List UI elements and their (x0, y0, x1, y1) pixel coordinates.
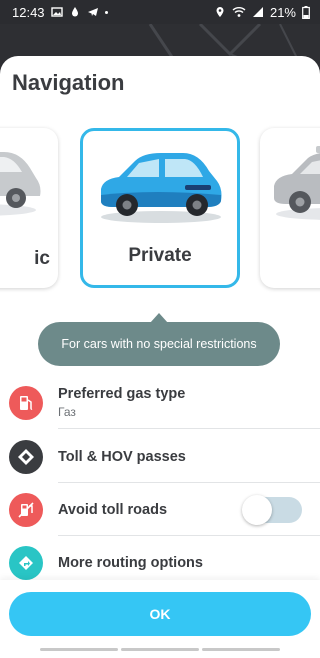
gesture-right[interactable] (202, 648, 280, 651)
page-title: Navigation (12, 70, 125, 95)
no-toll-icon (9, 492, 43, 527)
image-icon (50, 7, 63, 17)
diamond-icon (9, 439, 43, 474)
option-avoid-toll-roads[interactable]: Avoid toll roads (0, 483, 320, 536)
option-text: Toll & HOV passes (58, 449, 186, 465)
status-time: 12:43 (12, 4, 45, 20)
vehicle-card-left[interactable]: ic (0, 128, 58, 288)
gesture-bar (0, 648, 320, 654)
status-bar: 12:43 21% (0, 0, 320, 24)
option-label: More routing options (58, 554, 203, 571)
tooltip-text: For cars with no special restrictions (61, 337, 257, 351)
car-icon (101, 153, 222, 223)
telegram-icon (87, 8, 98, 16)
gesture-home[interactable] (121, 648, 199, 651)
gesture-left[interactable] (40, 648, 118, 651)
option-text: Preferred gas type Газ (58, 386, 185, 419)
divider (58, 428, 320, 429)
taxi-icon (274, 146, 320, 220)
status-right: 21% (214, 5, 310, 20)
vehicle-label-private: Private (128, 245, 192, 266)
vehicle-tooltip: For cars with no special restrictions (38, 322, 280, 366)
vehicle-card-private[interactable]: Private (80, 128, 240, 288)
location-icon (216, 7, 224, 17)
avoid-toll-toggle[interactable] (242, 494, 302, 525)
battery-icon (302, 5, 310, 19)
option-preferred-gas[interactable]: Preferred gas type Газ (0, 376, 320, 429)
status-dot (104, 10, 108, 14)
gas-pump-icon (9, 385, 43, 420)
option-label: Preferred gas type (58, 386, 186, 402)
option-text: More routing options (58, 555, 203, 571)
option-label: Toll & HOV passes (58, 448, 186, 465)
drop-icon (71, 7, 78, 17)
vehicle-label-left: ic (34, 248, 50, 269)
signal-icon (252, 7, 263, 17)
routing-icon (9, 545, 43, 580)
option-sublabel: Газ (58, 405, 76, 419)
status-left: 12:43 (12, 5, 108, 20)
navigation-sheet: Navigation ic Private For cars with no s… (0, 56, 320, 658)
wifi-icon (232, 7, 246, 17)
car-icon (0, 152, 41, 216)
bottom-bar: OK (0, 580, 320, 658)
toggle-knob (242, 494, 272, 525)
vehicle-card-right[interactable] (260, 128, 320, 288)
option-toll-hov[interactable]: Toll & HOV passes (0, 430, 320, 483)
battery-percent: 21% (269, 4, 296, 20)
option-text: Avoid toll roads (58, 502, 167, 518)
ok-button[interactable]: OK (9, 592, 311, 636)
option-label: Avoid toll roads (58, 501, 168, 518)
